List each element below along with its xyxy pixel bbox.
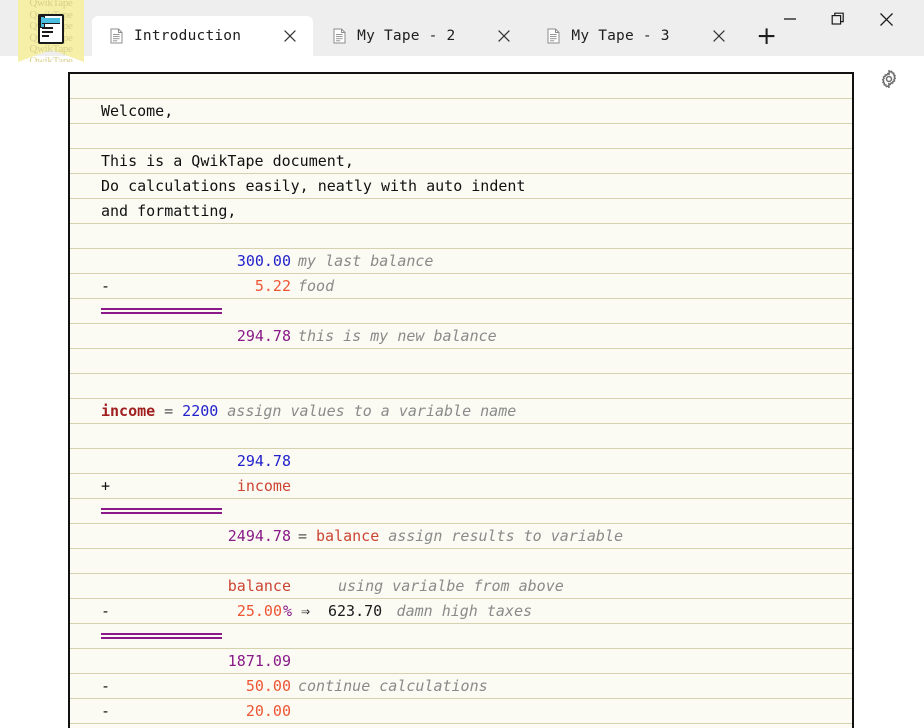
maximize-restore-button[interactable] [814, 0, 862, 38]
document-icon [547, 28, 560, 44]
percent-sign: % [283, 599, 292, 624]
tab-strip: IntroductionMy Tape - 2My Tape - 3+ [92, 0, 784, 56]
amount-value: 2494.78 [101, 524, 291, 549]
tape-line-calc[interactable]: -5.22food [70, 274, 852, 299]
tape-line-calc[interactable]: -50.00continue calculations [70, 674, 852, 699]
tape-line-text[interactable]: This is a QwikTape document, [70, 149, 852, 174]
tab-label: Introduction [134, 28, 241, 44]
amount-value: 50.00 [101, 674, 291, 699]
calculator-icon [38, 14, 64, 44]
document-icon [110, 28, 123, 44]
tab-close-button[interactable] [489, 21, 519, 51]
percent-value: 25.00 [101, 599, 282, 624]
amount-value: 300.00 [101, 249, 291, 274]
app-logo: QwikTapeQwikTapeQwikTapeQwikTapeQwikTape… [18, 0, 84, 62]
equals-sign: = [298, 524, 307, 549]
line-comment: assign results to variable [388, 524, 623, 549]
tape-line-blank[interactable] [70, 124, 852, 149]
tape-line-blank[interactable] [70, 349, 852, 374]
tab-label: My Tape - 2 [357, 28, 455, 44]
tape-line-variable-operand[interactable]: balance using varialbe from above [70, 574, 852, 599]
tab-close-button[interactable] [275, 21, 305, 51]
minimize-button[interactable] [766, 0, 814, 38]
double-rule-line [101, 308, 222, 314]
tape-line-calc[interactable]: 294.78 this is my new balance [70, 324, 852, 349]
amount-value: 294.78 [101, 449, 291, 474]
tab-1[interactable]: Introduction [92, 16, 313, 56]
calculator-key-row-3 [42, 35, 49, 37]
amount-value: 1871.09 [101, 649, 291, 674]
double-rule-line [101, 633, 222, 639]
computed-amount: 623.70 [328, 599, 382, 624]
tape-line-blank[interactable] [70, 74, 852, 99]
tape-subtotal-rule [70, 624, 852, 649]
amount-value: 20.00 [101, 699, 291, 724]
line-text: This is a QwikTape document, [101, 149, 354, 174]
amount-value: 294.78 [101, 324, 291, 349]
tape-line-text[interactable]: Do calculations easily, neatly with auto… [70, 174, 852, 199]
line-comment: damn high taxes [397, 599, 532, 624]
tape-line-blank[interactable] [70, 374, 852, 399]
calculator-key-row-2 [42, 31, 53, 33]
line-text: Welcome, [101, 99, 173, 124]
variable-name: income [101, 399, 155, 424]
line-comment: this is my new balance [298, 324, 497, 349]
variable-name: balance [316, 524, 379, 549]
window-controls [766, 0, 924, 56]
tab-3[interactable]: My Tape - 3 [529, 16, 741, 56]
tape-line-text[interactable]: Welcome, [70, 99, 852, 124]
line-comment: using varialbe from above [338, 574, 564, 599]
line-comment: assign values to a variable name [227, 399, 516, 424]
tape-line-calc[interactable]: 294.78 [70, 449, 852, 474]
tape-line-variable-operand[interactable]: +income [70, 474, 852, 499]
tape-line-percentage[interactable]: -25.00%⇒623.70damn high taxes [70, 599, 852, 624]
double-rule-line [101, 508, 222, 514]
line-comment: continue calculations [298, 674, 488, 699]
equals-sign: = [164, 399, 173, 424]
tape-line-blank[interactable] [70, 424, 852, 449]
calculator-screen [42, 18, 60, 24]
tab-label: My Tape - 3 [571, 28, 669, 44]
amount-value: 2200 [182, 399, 218, 424]
line-text: and formatting, [101, 199, 236, 224]
document-icon [333, 28, 346, 44]
settings-gear-icon[interactable] [879, 69, 899, 89]
title-bar: QwikTapeQwikTapeQwikTapeQwikTapeQwikTape… [0, 0, 924, 56]
tape-line-calc[interactable]: 1871.09 [70, 649, 852, 674]
tape-line-assignment[interactable]: income = 2200 assign values to a variable n… [70, 399, 852, 424]
line-comment: my last balance [298, 249, 433, 274]
line-text: Do calculations easily, neatly with auto… [101, 174, 525, 199]
close-window-button[interactable] [862, 0, 910, 38]
tape-document[interactable]: Welcome, This is a QwikTape document,Do c… [68, 72, 854, 728]
tape-subtotal-rule [70, 299, 852, 324]
tape-line-blank[interactable] [70, 549, 852, 574]
tape-line-blank[interactable] [70, 224, 852, 249]
tape-line-calc[interactable]: -20.00 [70, 699, 852, 724]
implies-arrow-icon: ⇒ [301, 599, 310, 624]
calculator-key-row-1 [42, 27, 53, 29]
variable-reference: income [101, 474, 291, 499]
tape-line-result-assignment[interactable]: 2494.78 = balance assign results to variabl… [70, 524, 852, 549]
tape-line-text[interactable]: and formatting, [70, 199, 852, 224]
amount-value: 5.22 [101, 274, 291, 299]
tab-2[interactable]: My Tape - 2 [315, 16, 527, 56]
line-comment: food [298, 274, 334, 299]
variable-reference: balance [101, 574, 291, 599]
tab-close-button[interactable] [704, 21, 734, 51]
tape-subtotal-rule [70, 499, 852, 524]
tape-line-calc[interactable]: 300.00 my last balance [70, 249, 852, 274]
